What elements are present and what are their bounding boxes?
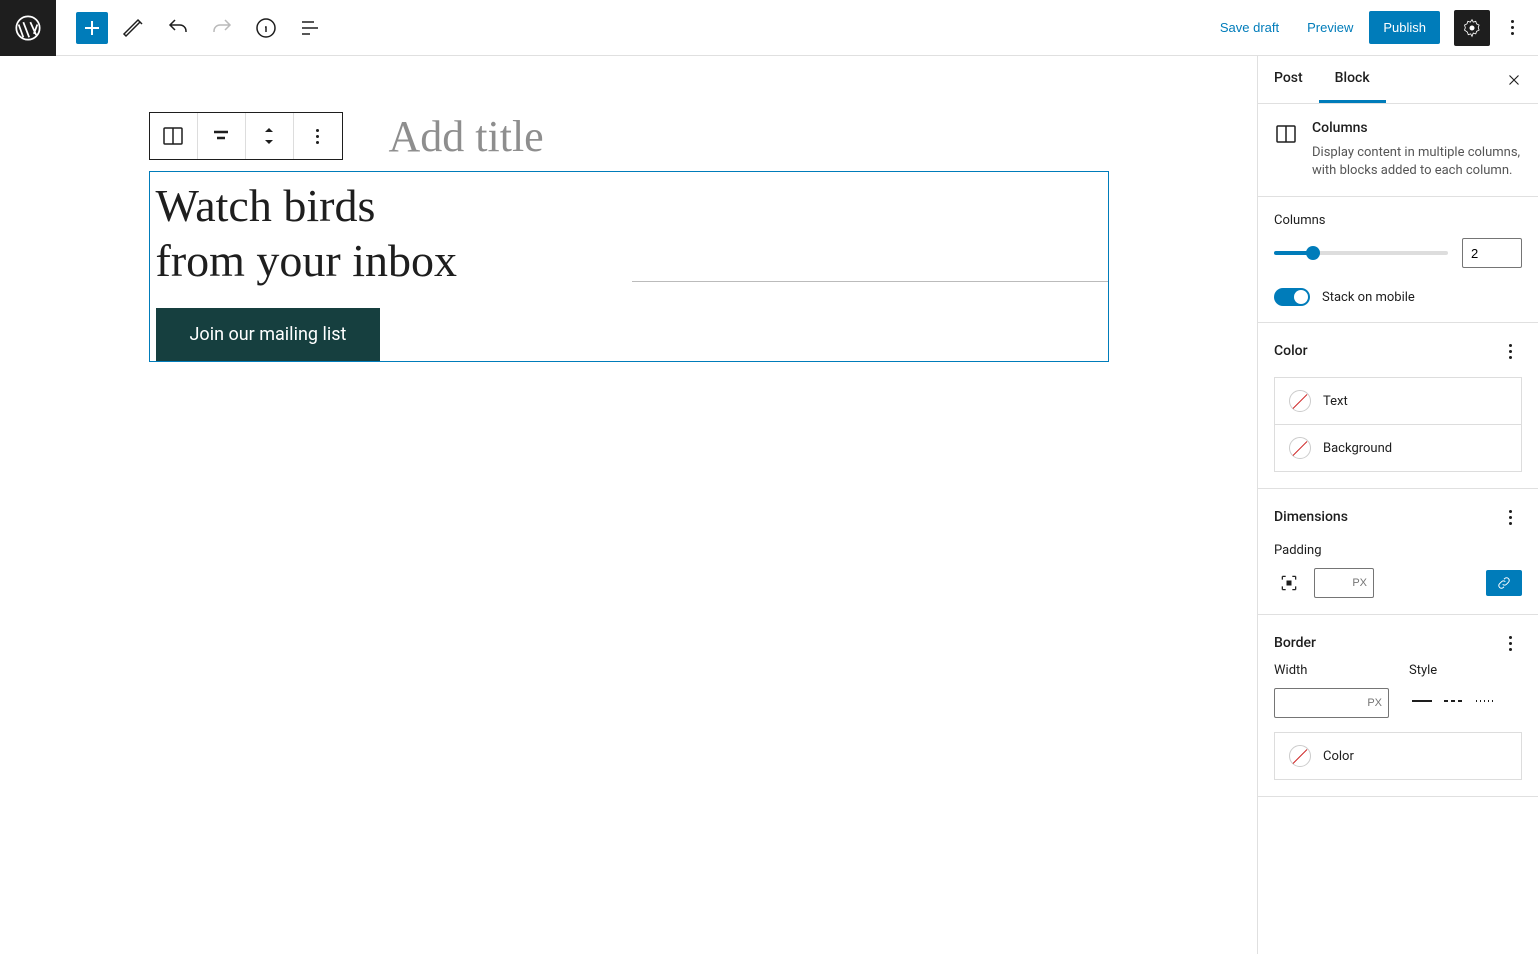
tab-post[interactable]: Post [1258, 56, 1319, 103]
padding-input[interactable] [1314, 568, 1374, 598]
outline-button[interactable] [292, 10, 328, 46]
border-panel: Border Width Style [1258, 615, 1538, 797]
padding-link-toggle[interactable] [1486, 570, 1522, 596]
info-button[interactable] [248, 10, 284, 46]
toolbar-right: Save draft Preview Publish [1208, 10, 1538, 46]
dimensions-panel-options[interactable] [1498, 505, 1522, 529]
color-panel-title: Color [1274, 343, 1308, 359]
border-color-swatch [1289, 745, 1311, 767]
block-info-panel: Columns Display content in multiple colu… [1258, 104, 1538, 197]
border-panel-options[interactable] [1498, 631, 1522, 655]
columns-slider[interactable] [1274, 251, 1448, 255]
color-text-row[interactable]: Text [1274, 377, 1522, 425]
save-draft-button[interactable]: Save draft [1208, 12, 1291, 43]
border-solid-button[interactable] [1409, 688, 1435, 714]
post-title-placeholder[interactable]: Add title [389, 111, 544, 162]
separator-block[interactable] [632, 281, 1108, 282]
block-type-button[interactable] [150, 113, 198, 159]
border-color-row[interactable]: Color [1274, 732, 1522, 780]
column-left[interactable]: Watch birds from your inbox Join our mai… [150, 172, 632, 361]
block-info-desc: Display content in multiple columns, wit… [1312, 144, 1522, 180]
dimensions-panel: Dimensions Padding [1258, 489, 1538, 615]
border-panel-title: Border [1274, 635, 1316, 651]
editor-canvas[interactable]: Add title Watch birds fro [0, 56, 1258, 954]
columns-count-input[interactable] [1462, 238, 1522, 268]
color-text-swatch [1289, 390, 1311, 412]
toolbar-left [56, 10, 328, 46]
padding-sides-button[interactable] [1274, 568, 1304, 598]
color-background-swatch [1289, 437, 1311, 459]
block-more-button[interactable] [294, 113, 342, 159]
border-dotted-button[interactable] [1473, 688, 1499, 714]
main-area: Add title Watch birds fro [0, 56, 1538, 954]
settings-button[interactable] [1454, 10, 1490, 46]
more-options-button[interactable] [1494, 10, 1530, 46]
stack-mobile-label: Stack on mobile [1322, 290, 1415, 305]
top-toolbar: Save draft Preview Publish [0, 0, 1538, 56]
redo-button[interactable] [204, 10, 240, 46]
tools-button[interactable] [116, 10, 152, 46]
stack-mobile-toggle[interactable] [1274, 288, 1310, 306]
block-info-title: Columns [1312, 120, 1522, 136]
border-width-input[interactable] [1274, 688, 1389, 718]
settings-sidebar: Post Block Columns Display content in mu… [1258, 56, 1538, 954]
columns-block[interactable]: Watch birds from your inbox Join our mai… [149, 171, 1109, 362]
preview-button[interactable]: Preview [1295, 12, 1365, 43]
border-style-label: Style [1409, 663, 1522, 678]
publish-button[interactable]: Publish [1369, 11, 1440, 44]
tab-block[interactable]: Block [1319, 56, 1386, 103]
columns-label: Columns [1274, 213, 1522, 228]
columns-panel: Columns Stack on mobile [1258, 197, 1538, 323]
color-panel: Color Text Background [1258, 323, 1538, 489]
align-button[interactable] [198, 113, 246, 159]
wordpress-logo[interactable] [0, 0, 56, 56]
border-width-label: Width [1274, 663, 1389, 678]
close-sidebar-button[interactable] [1490, 56, 1538, 103]
dimensions-panel-title: Dimensions [1274, 509, 1348, 525]
columns-icon [1274, 122, 1298, 146]
padding-label: Padding [1274, 543, 1522, 558]
block-toolbar [149, 112, 343, 160]
color-background-row[interactable]: Background [1274, 425, 1522, 472]
sidebar-tabs: Post Block [1258, 56, 1538, 104]
color-panel-options[interactable] [1498, 339, 1522, 363]
add-block-button[interactable] [76, 12, 108, 44]
button-block[interactable]: Join our mailing list [156, 308, 381, 361]
heading-block[interactable]: Watch birds from your inbox [156, 178, 632, 300]
move-button[interactable] [246, 113, 294, 159]
border-dashed-button[interactable] [1441, 688, 1467, 714]
undo-button[interactable] [160, 10, 196, 46]
column-right[interactable] [632, 172, 1108, 361]
